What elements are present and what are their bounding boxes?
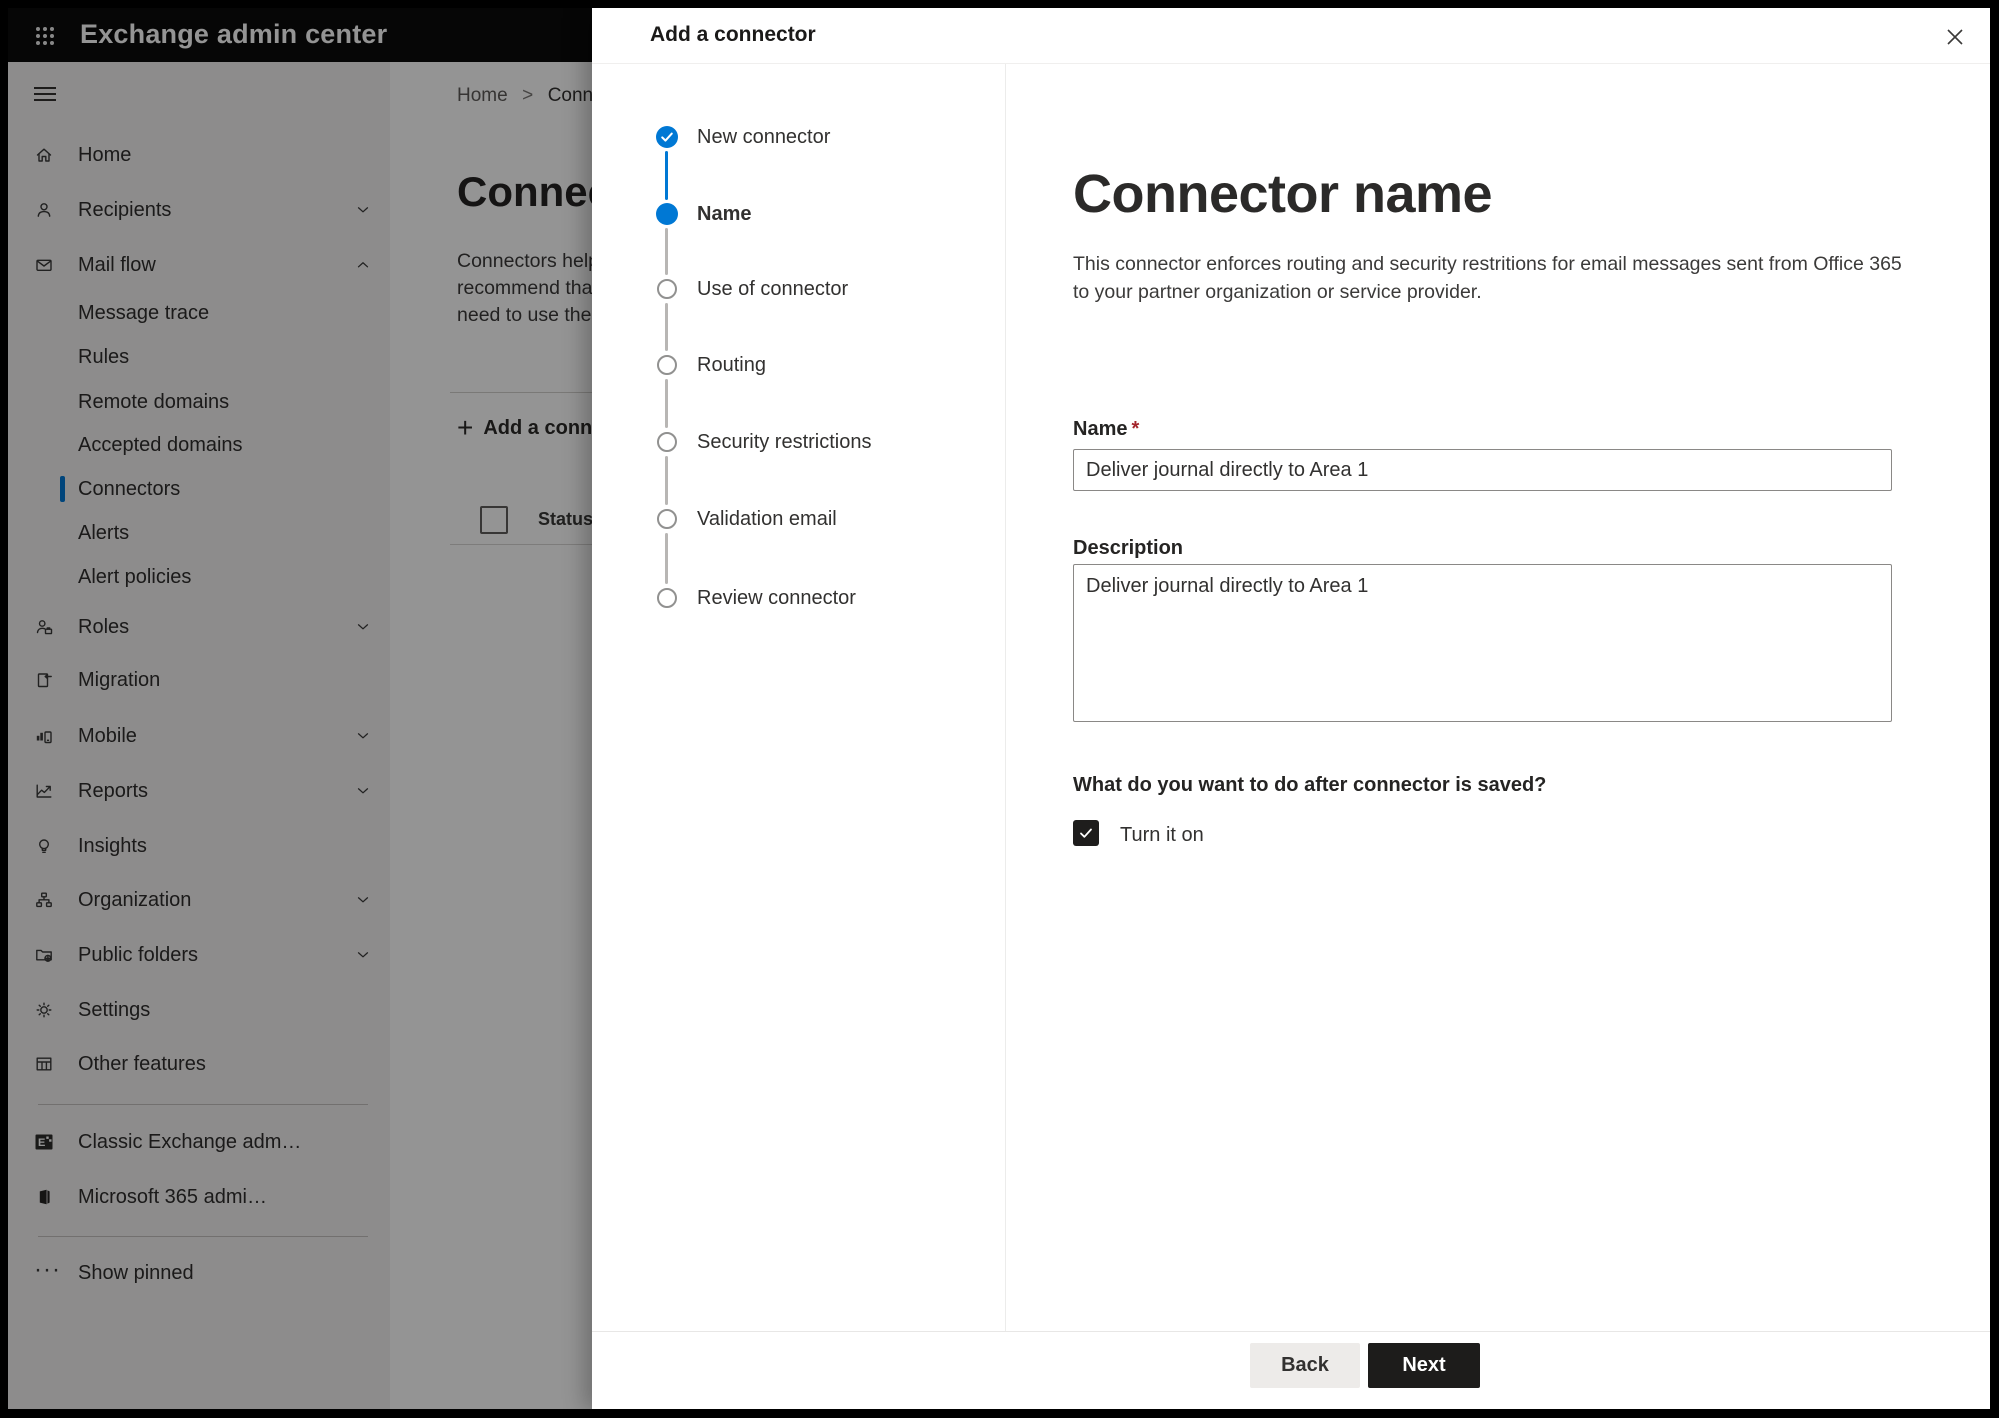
step-connector-line (665, 151, 668, 200)
required-asterisk: * (1131, 418, 1140, 440)
description-textarea[interactable]: Deliver journal directly to Area 1 (1073, 564, 1892, 722)
step-connector-line (665, 456, 668, 505)
wizard-step-security-restrictions[interactable]: Security restrictions (592, 427, 992, 457)
name-input[interactable] (1073, 449, 1892, 491)
back-button[interactable]: Back (1250, 1343, 1360, 1388)
step-connector-line (665, 533, 668, 584)
steps-content-divider (1005, 64, 1006, 1331)
wizard-step-routing[interactable]: Routing (592, 350, 992, 380)
wizard-step-use-of-connector[interactable]: Use of connector (592, 274, 992, 304)
step-connector-line (665, 303, 668, 351)
panel-title: Add a connector (650, 23, 816, 46)
step-completed-icon (656, 126, 678, 148)
close-icon[interactable] (1938, 20, 1972, 54)
step-upcoming-icon (657, 432, 677, 452)
step-page-description: This connector enforces routing and secu… (1073, 253, 1902, 303)
add-connector-panel: Add a connector New connector Name Use o… (592, 8, 1990, 1409)
step-upcoming-icon (657, 588, 677, 608)
wizard-step-validation-email[interactable]: Validation email (592, 504, 992, 534)
name-field-label: Name * (1073, 418, 1140, 440)
step-current-icon (656, 203, 678, 225)
turn-it-on-label[interactable]: Turn it on (1120, 824, 1204, 847)
step-upcoming-icon (657, 355, 677, 375)
wizard-step-new-connector[interactable]: New connector (592, 122, 992, 152)
step-upcoming-icon (657, 279, 677, 299)
description-field-label: Description (1073, 537, 1184, 559)
screen: Exchange admin center Home Recipients Ma… (0, 0, 1999, 1418)
wizard-step-review-connector[interactable]: Review connector (592, 583, 992, 613)
modal-dim-overlay (0, 0, 592, 1418)
step-upcoming-icon (657, 509, 677, 529)
step-connector-line (665, 379, 668, 428)
step-page-title: Connector name (1073, 164, 1493, 224)
step-connector-line (665, 228, 668, 275)
panel-header-divider (592, 63, 1990, 64)
panel-footer-divider (592, 1331, 1990, 1332)
wizard-step-name[interactable]: Name (592, 199, 992, 229)
next-button[interactable]: Next (1368, 1343, 1480, 1388)
after-save-heading: What do you want to do after connector i… (1073, 774, 1547, 796)
turn-it-on-checkbox[interactable] (1073, 820, 1099, 846)
